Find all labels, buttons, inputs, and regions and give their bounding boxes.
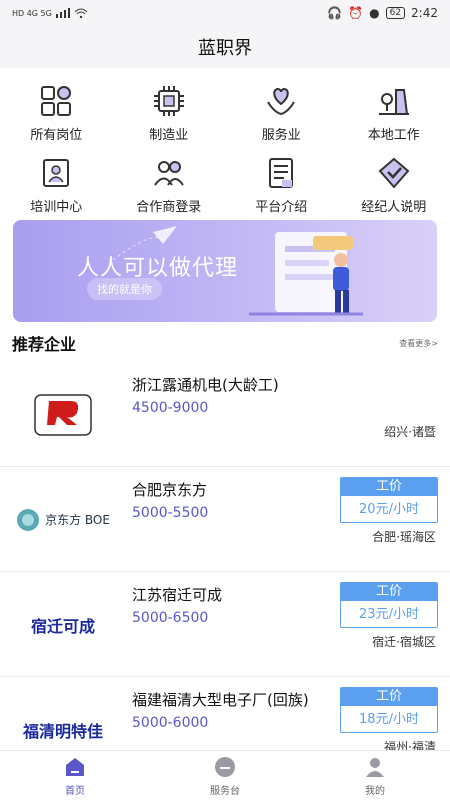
category-label: 培训中心 <box>30 200 83 215</box>
tab-label: 首页 <box>65 785 85 797</box>
salary-range: 5000-6500 <box>132 610 209 626</box>
headphone-icon: 🎧 <box>327 6 343 20</box>
company-name: 浙江露通机电(大龄工) <box>132 376 279 394</box>
network-label: HD 4G 5G <box>12 8 52 18</box>
list-item[interactable]: 宿迁可成 江苏宿迁可成 5000-6500 工价 23元/小时 宿迁·宿城区 <box>0 572 450 677</box>
chat-icon <box>215 756 235 777</box>
page-title: 蓝职界 <box>198 38 252 59</box>
list-item[interactable]: 京东方 BOE 合肥京东方 5000-5500 工价 20元/小时 合肥·瑶海区 <box>0 467 450 572</box>
salary-range: 5000-5500 <box>132 505 209 521</box>
wage-badge: 工价 20元/小时 <box>340 477 438 523</box>
company-logo: 宿迁可成 <box>10 582 116 667</box>
company-location: 合肥·瑶海区 <box>372 530 436 544</box>
location-icon: ● <box>369 6 380 20</box>
category-manufacturing[interactable]: 制造业 <box>113 84 226 146</box>
heart-hand-icon <box>267 87 296 116</box>
recommended-header: 推荐企业 查看更多> <box>0 330 450 356</box>
category-service[interactable]: 服务业 <box>225 84 338 146</box>
company-list: 浙江露通机电(大龄工) 4500-9000 绍兴·诸暨 京东方 BOE 合肥京东… <box>0 362 450 750</box>
chip-icon <box>153 86 184 116</box>
category-training-center[interactable]: 培训中心 <box>0 156 113 218</box>
signal-icon <box>55 8 70 18</box>
signal-indicators: HD 4G 5G <box>12 8 88 18</box>
company-location: 绍兴·诸暨 <box>384 425 436 439</box>
wage-label: 工价 <box>341 583 437 601</box>
company-logo <box>10 372 116 457</box>
category-agent-guide[interactable]: 经纪人说明 <box>338 156 450 218</box>
tab-service-desk[interactable]: 服务台 <box>150 751 300 800</box>
alarm-icon: ⏰ <box>348 6 364 20</box>
view-more-link[interactable]: 查看更多> <box>399 338 438 349</box>
boe-logo-mark <box>17 508 40 531</box>
wage-label: 工价 <box>341 478 437 496</box>
category-all-jobs[interactable]: 所有岗位 <box>0 84 113 146</box>
roshow-logo <box>34 393 92 436</box>
tab-profile[interactable]: 我的 <box>300 751 450 800</box>
grid-icon <box>41 86 72 116</box>
wage-badge: 工价 23元/小时 <box>340 582 438 628</box>
location-building-icon <box>378 89 409 115</box>
salary-range: 5000-6000 <box>132 715 209 731</box>
wage-value: 18元/小时 <box>341 706 437 732</box>
salary-range: 4500-9000 <box>132 400 209 416</box>
company-logo: 福清明特佳 <box>10 687 116 750</box>
wage-value: 23元/小时 <box>341 601 437 627</box>
battery-level: 62 <box>385 7 406 19</box>
category-label: 制造业 <box>149 128 189 143</box>
system-indicators: 🎧 ⏰ ● 62 2:42 <box>327 6 438 20</box>
section-title: 推荐企业 <box>12 335 77 354</box>
banner-subtitle: 找的就是你 <box>87 278 162 300</box>
company-name: 福建福清大型电子厂(回族) <box>132 691 309 709</box>
tab-home[interactable]: 首页 <box>0 751 150 800</box>
logo-text: 宿迁可成 <box>30 616 95 636</box>
company-location: 福州·福清 <box>384 740 436 750</box>
wage-label: 工价 <box>341 688 437 706</box>
company-name: 江苏宿迁可成 <box>132 586 223 604</box>
category-label: 本地工作 <box>367 128 420 143</box>
wifi-icon <box>74 8 88 18</box>
logo-text: 福清明特佳 <box>22 721 103 741</box>
company-logo: 京东方 BOE <box>10 477 116 562</box>
user-icon <box>366 757 384 777</box>
tab-label: 服务台 <box>210 785 240 797</box>
category-label: 经纪人说明 <box>361 200 427 215</box>
app-title-bar: 蓝职界 <box>0 26 450 68</box>
document-icon <box>269 158 294 188</box>
category-partner-login[interactable]: 合作商登录 <box>113 156 226 218</box>
wage-badge: 工价 18元/小时 <box>340 687 438 733</box>
category-label: 平台介绍 <box>255 200 308 215</box>
logo-text: 京东方 BOE <box>45 513 110 527</box>
category-label: 所有岗位 <box>30 128 83 143</box>
category-grid: 所有岗位 制造业 服务业 本地工作 培训中心 合作商登录 平台介绍 经纪人说明 <box>0 84 450 218</box>
category-local-work[interactable]: 本地工作 <box>338 84 450 146</box>
company-location: 宿迁·宿城区 <box>372 635 436 649</box>
bottom-tab-bar: 首页 服务台 我的 <box>0 750 450 800</box>
company-name: 合肥京东方 <box>132 481 208 499</box>
list-item[interactable]: 浙江露通机电(大龄工) 4500-9000 绍兴·诸暨 <box>0 362 450 467</box>
clock-time: 2:42 <box>411 6 438 20</box>
portrait-icon <box>43 159 70 187</box>
tab-label: 我的 <box>365 785 385 797</box>
category-label: 服务业 <box>261 128 301 143</box>
category-platform-intro[interactable]: 平台介绍 <box>225 156 338 218</box>
agent-promo-banner[interactable]: 人人可以做代理 找的就是你 <box>13 220 437 322</box>
status-bar: HD 4G 5G 🎧 ⏰ ● 62 2:42 <box>0 0 450 26</box>
people-icon <box>153 161 184 186</box>
home-icon <box>66 757 84 776</box>
category-label: 合作商登录 <box>136 200 202 215</box>
wage-value: 20元/小时 <box>341 496 437 522</box>
list-item[interactable]: 福清明特佳 福建福清大型电子厂(回族) 5000-6000 工价 18元/小时 … <box>0 677 450 750</box>
check-tag-icon <box>378 157 410 189</box>
